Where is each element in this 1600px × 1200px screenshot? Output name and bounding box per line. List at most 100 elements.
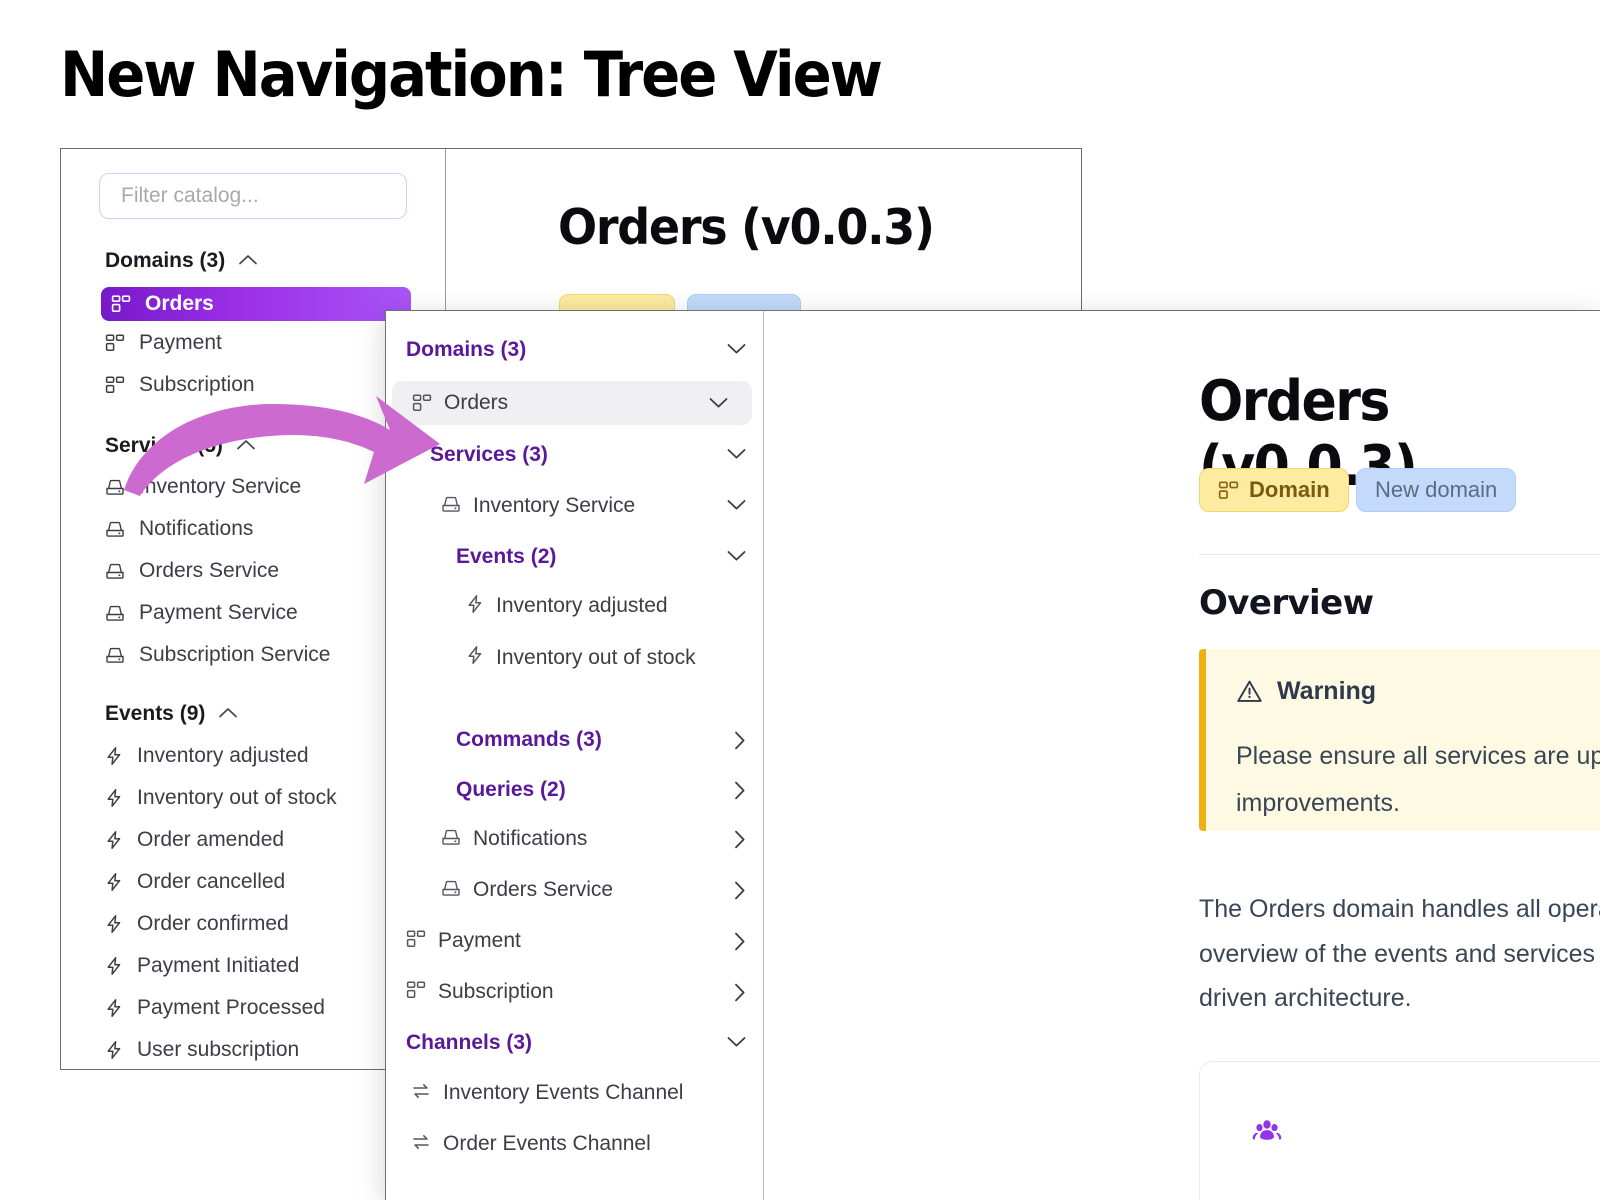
warning-callout-body-line1: Please ensure all services are updated t… bbox=[1236, 742, 1600, 770]
sidebar-item-notifications[interactable]: Notifications bbox=[105, 517, 253, 541]
filter-catalog-input[interactable]: Filter catalog... bbox=[99, 173, 407, 219]
tree-item-inventory-events-channel[interactable]: Inventory Events Channel bbox=[386, 1081, 763, 1105]
tree-group-domains[interactable]: Domains (3) bbox=[386, 338, 763, 362]
sidebar-item-order-cancelled[interactable]: Order cancelled bbox=[105, 870, 285, 894]
tree-group-channels-label: Channels (3) bbox=[406, 1031, 533, 1054]
tree-group-events[interactable]: Events (2) bbox=[386, 545, 763, 569]
section-divider bbox=[1199, 554, 1600, 555]
chevron-right-icon[interactable] bbox=[734, 830, 746, 852]
sidebar-item-orders-service-label: Orders Service bbox=[139, 559, 280, 582]
warning-callout-title: Warning bbox=[1277, 677, 1377, 705]
sidebar-item-orders-label: Orders bbox=[145, 292, 214, 315]
tree-group-services-label: Services (3) bbox=[430, 443, 548, 466]
sidebar-item-inventory-service-label: Inventory Service bbox=[139, 475, 302, 498]
sidebar-group-events[interactable]: Events (9) bbox=[105, 702, 238, 726]
chevron-right-icon[interactable] bbox=[734, 731, 746, 753]
sidebar-item-payment-processed-label: Payment Processed bbox=[137, 996, 325, 1019]
sidebar-item-payment-service-label: Payment Service bbox=[139, 601, 298, 624]
service-icon bbox=[105, 561, 125, 581]
sidebar-item-payment-processed[interactable]: Payment Processed bbox=[105, 996, 325, 1020]
filter-catalog-placeholder: Filter catalog... bbox=[121, 184, 259, 207]
sidebar-item-subscription-label: Subscription bbox=[139, 373, 255, 396]
tree-item-notifications-label: Notifications bbox=[473, 827, 588, 850]
sidebar-item-payment[interactable]: Payment bbox=[105, 331, 222, 355]
status-badge-domain[interactable]: Domain bbox=[1199, 468, 1349, 512]
tree-item-orders-service[interactable]: Orders Service bbox=[386, 878, 763, 903]
sidebar-item-orders[interactable]: Orders bbox=[101, 287, 411, 321]
sidebar-item-order-confirmed[interactable]: Order confirmed bbox=[105, 912, 289, 936]
event-icon bbox=[466, 594, 484, 614]
tree-item-subscription-label: Subscription bbox=[438, 980, 554, 1003]
sidebar-item-subscription[interactable]: Subscription bbox=[105, 373, 255, 397]
info-card-users[interactable] bbox=[1199, 1061, 1600, 1200]
sidebar-item-order-cancelled-label: Order cancelled bbox=[137, 870, 286, 893]
tree-view-overlay: Domains (3) Orders Services (3) Inventor… bbox=[385, 310, 1600, 1200]
tree-group-queries-label: Queries (2) bbox=[456, 778, 566, 801]
channel-icon bbox=[411, 1132, 431, 1152]
sidebar-item-payment-service[interactable]: Payment Service bbox=[105, 601, 298, 625]
sidebar-item-inventory-out-of-stock-label: Inventory out of stock bbox=[137, 786, 337, 809]
sidebar-item-inventory-adjusted-label: Inventory adjusted bbox=[137, 744, 309, 767]
event-icon bbox=[105, 872, 123, 892]
sidebar-item-inventory-out-of-stock[interactable]: Inventory out of stock bbox=[105, 786, 337, 810]
tree-item-orders[interactable]: Orders bbox=[392, 381, 752, 425]
event-icon bbox=[466, 645, 484, 665]
service-icon bbox=[441, 878, 461, 898]
sidebar-item-subscription-service[interactable]: Subscription Service bbox=[105, 643, 330, 667]
event-icon bbox=[105, 788, 123, 808]
tree-item-subscription[interactable]: Subscription bbox=[386, 980, 763, 1005]
sidebar-item-order-amended[interactable]: Order amended bbox=[105, 828, 284, 852]
status-badge-domain-label: Domain bbox=[1249, 477, 1330, 502]
page-title: New Navigation: Tree View bbox=[60, 38, 883, 111]
sidebar-item-user-subscription-label: User subscription bbox=[137, 1038, 300, 1061]
status-badge-new-domain[interactable]: New domain bbox=[1356, 468, 1517, 512]
tree-item-inventory-out-of-stock[interactable]: Inventory out of stock bbox=[386, 645, 763, 672]
tree-item-order-events-channel-label: Order Events Channel bbox=[443, 1132, 651, 1155]
sidebar-item-orders-service[interactable]: Orders Service bbox=[105, 559, 279, 583]
sidebar-item-user-subscription[interactable]: User subscription bbox=[105, 1038, 299, 1062]
chevron-up-icon[interactable] bbox=[239, 252, 258, 270]
tree-item-payment-label: Payment bbox=[438, 929, 521, 952]
chevron-right-icon[interactable] bbox=[734, 781, 746, 803]
sidebar-group-services[interactable]: Services (5) bbox=[105, 434, 255, 458]
sidebar-item-payment-initiated[interactable]: Payment Initiated bbox=[105, 954, 299, 978]
chevron-right-icon[interactable] bbox=[734, 932, 746, 954]
chevron-down-icon[interactable] bbox=[727, 1034, 746, 1051]
overview-paragraph: The Orders domain handles all operations… bbox=[1199, 895, 1600, 1012]
background-page-title: Orders (v0.0.3) bbox=[558, 199, 935, 256]
service-icon bbox=[105, 519, 125, 539]
chevron-down-icon[interactable] bbox=[709, 395, 728, 412]
chevron-right-icon[interactable] bbox=[734, 983, 746, 1005]
event-icon bbox=[105, 998, 123, 1018]
tree-item-inventory-out-of-stock-label: Inventory out of stock bbox=[496, 646, 696, 669]
tree-item-inventory-adjusted[interactable]: Inventory adjusted bbox=[386, 594, 763, 618]
tree-group-services[interactable]: Services (3) bbox=[386, 443, 763, 467]
warning-callout: Warning Please ensure all services are u… bbox=[1199, 649, 1600, 831]
channel-icon bbox=[411, 1081, 431, 1101]
chevron-down-icon[interactable] bbox=[727, 497, 746, 514]
sidebar-item-inventory-service[interactable]: Inventory Service bbox=[105, 475, 301, 499]
tree-item-order-events-channel[interactable]: Order Events Channel bbox=[386, 1132, 763, 1156]
warning-callout-body-line2: improvements. bbox=[1236, 788, 1400, 817]
event-icon bbox=[105, 956, 123, 976]
tree-item-inventory-service[interactable]: Inventory Service bbox=[386, 494, 763, 518]
tree-item-payment[interactable]: Payment bbox=[386, 929, 763, 954]
chevron-down-icon[interactable] bbox=[727, 548, 746, 565]
chevron-down-icon[interactable] bbox=[727, 341, 746, 358]
chevron-right-icon[interactable] bbox=[734, 881, 746, 903]
tree-group-queries[interactable]: Queries (2) bbox=[386, 778, 763, 803]
sidebar-item-inventory-adjusted[interactable]: Inventory adjusted bbox=[105, 744, 309, 768]
service-icon bbox=[105, 645, 125, 665]
sidebar-group-domains[interactable]: Domains (3) bbox=[105, 249, 258, 273]
chevron-down-icon[interactable] bbox=[727, 446, 746, 463]
tree-item-inventory-service-label: Inventory Service bbox=[473, 494, 636, 517]
tree-item-notifications[interactable]: Notifications bbox=[386, 827, 763, 852]
chevron-up-icon[interactable] bbox=[237, 437, 255, 455]
tree-group-channels[interactable]: Channels (3) bbox=[386, 1031, 763, 1055]
sidebar-item-order-confirmed-label: Order confirmed bbox=[137, 912, 289, 935]
chevron-up-icon[interactable] bbox=[219, 705, 238, 723]
domain-icon bbox=[1218, 480, 1239, 501]
tree-item-orders-service-label: Orders Service bbox=[473, 878, 614, 901]
tree-navigation-pane: Domains (3) Orders Services (3) Inventor… bbox=[386, 311, 764, 1200]
tree-group-commands[interactable]: Commands (3) bbox=[386, 728, 763, 753]
